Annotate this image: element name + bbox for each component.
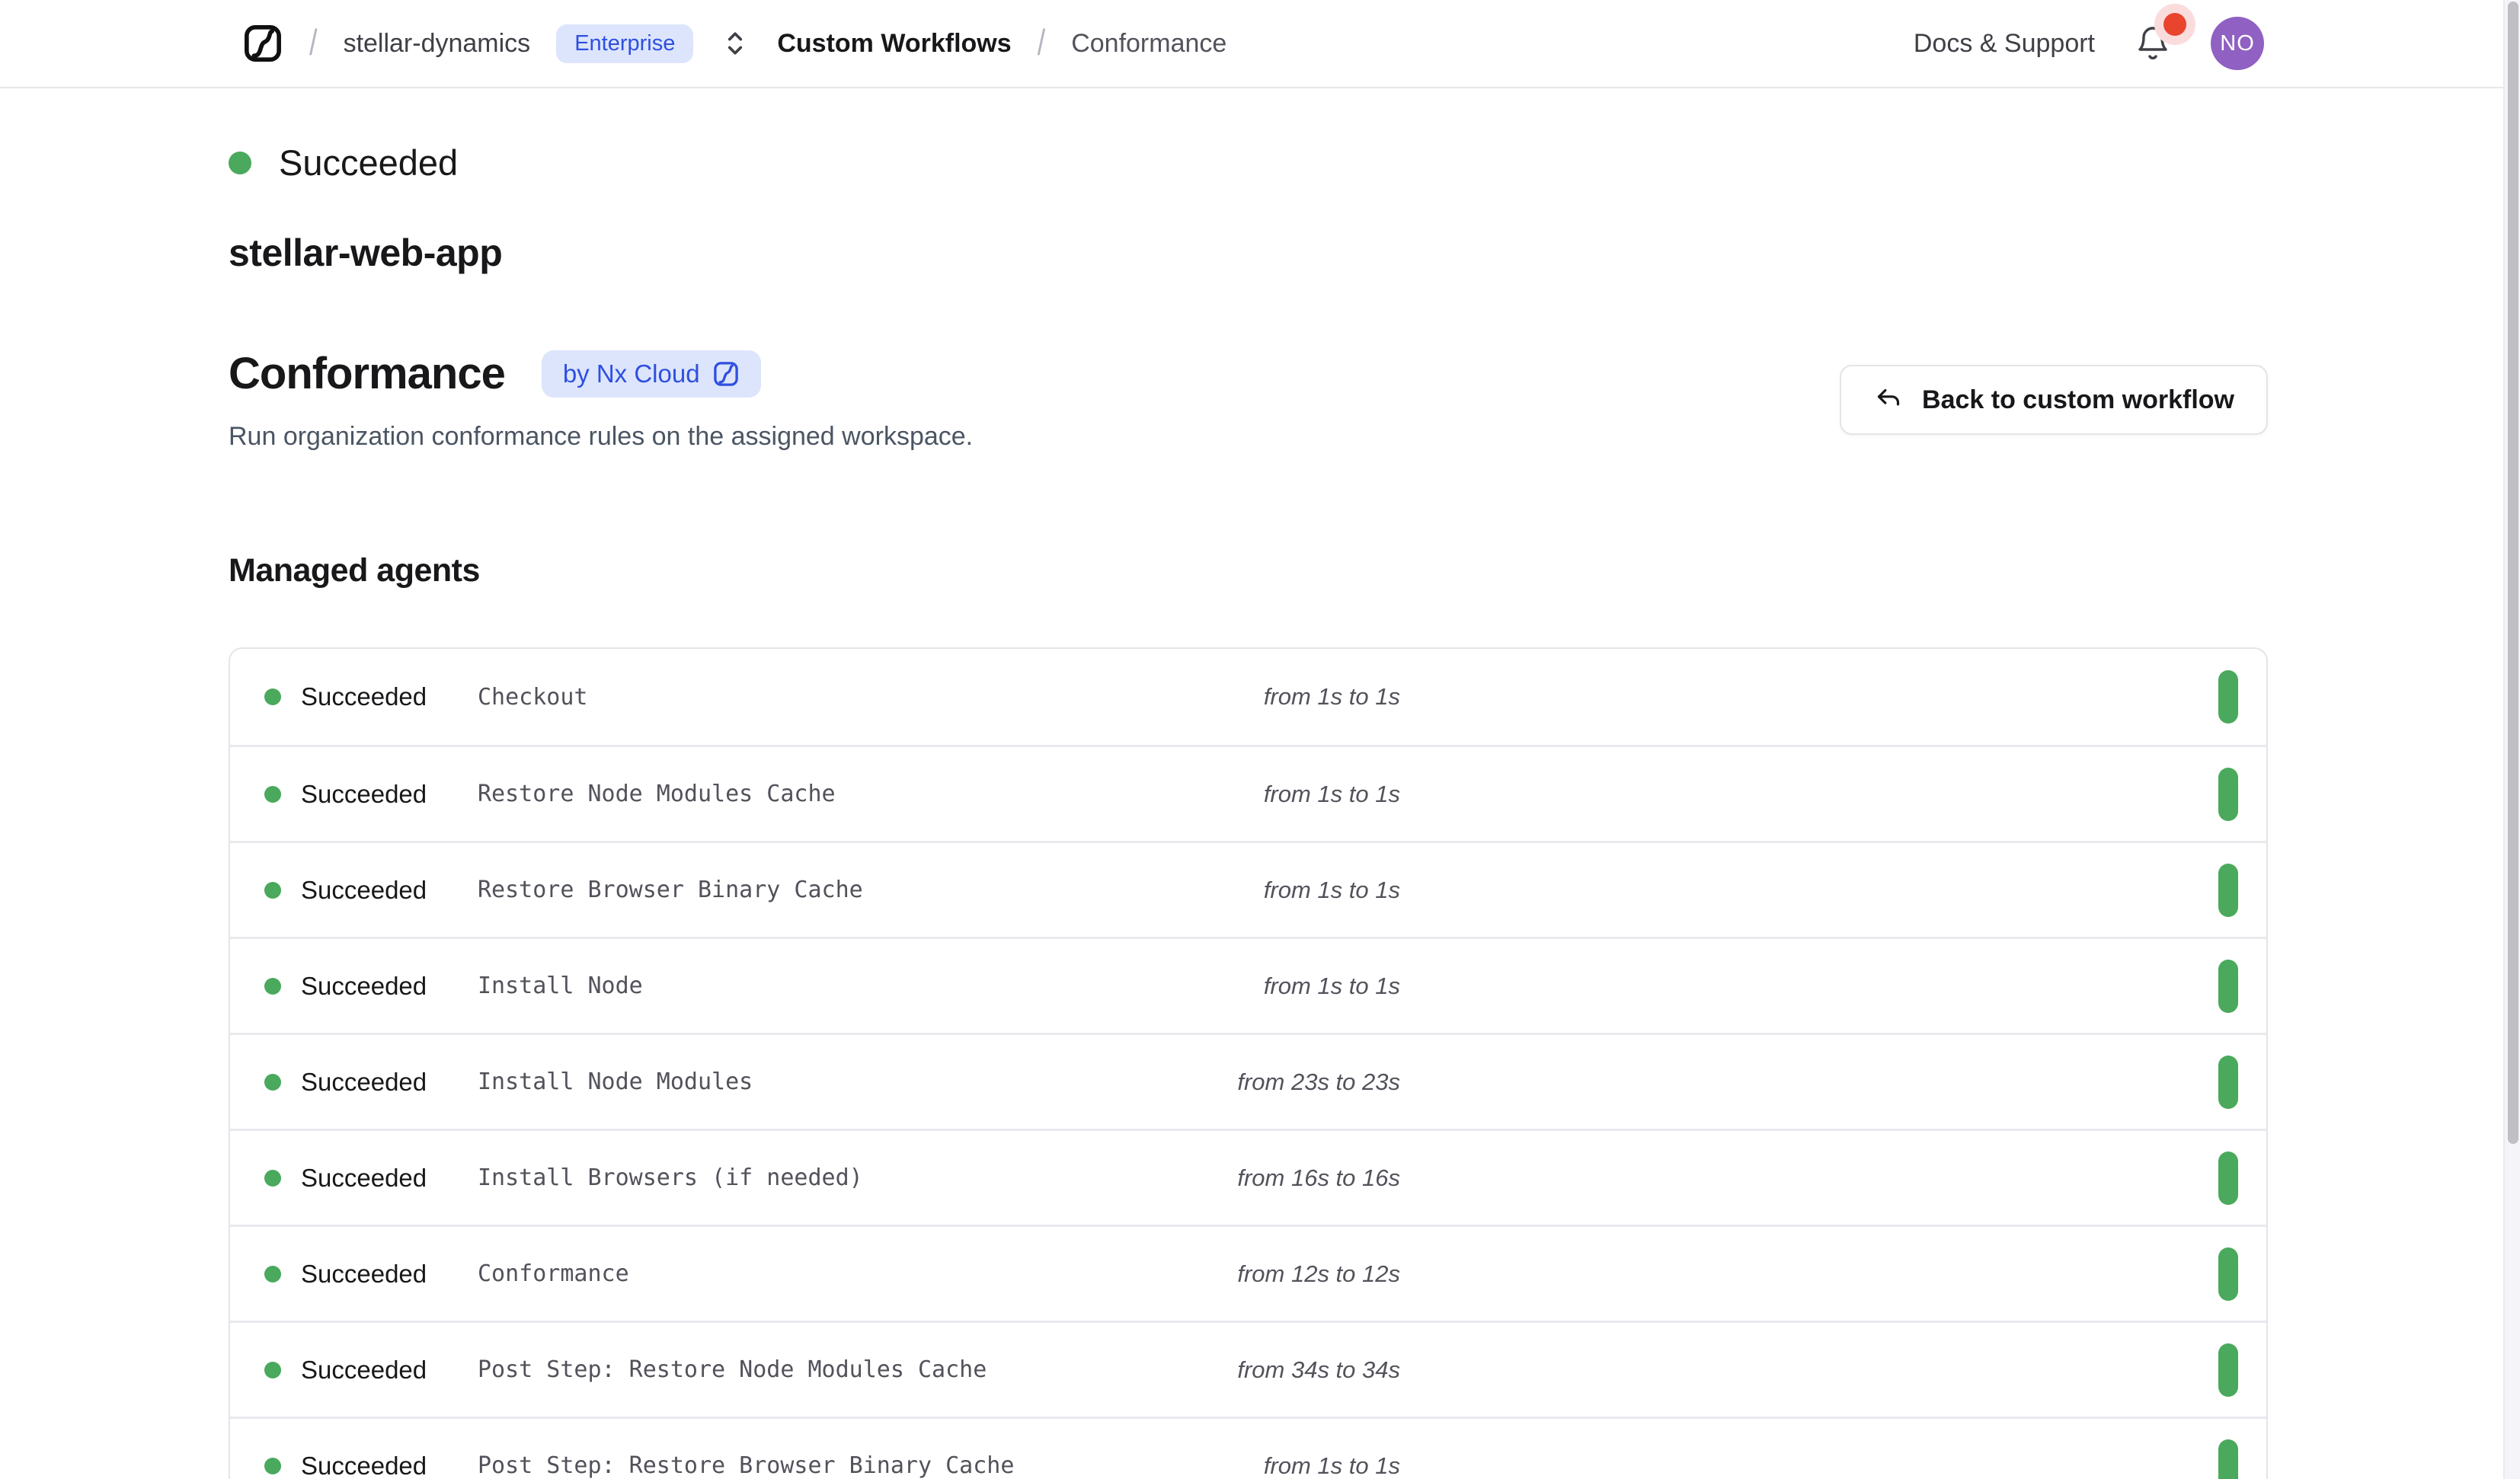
main-content: Succeeded stellar-web-app Conformance by… [229,88,2268,1479]
step-status-label: Succeeded [301,1452,427,1479]
step-name: Post Step: Restore Browser Binary Cache [478,1452,1167,1479]
return-arrow-icon [1873,385,1904,415]
agent-step-row[interactable]: Succeeded Post Step: Restore Browser Bin… [230,1417,2266,1479]
step-duration-bar [2218,1439,2238,1479]
step-timing: from 16s to 16s [1167,1164,1400,1192]
nav-actions: Docs & Support NO [1914,17,2485,70]
status-dot [264,882,281,899]
step-duration-bar [2218,768,2238,821]
workflow-header-left: Conformance by Nx Cloud Run organization… [229,348,973,452]
step-name: Install Node Modules [478,1069,1167,1095]
scrollbar-track[interactable] [2503,0,2520,1479]
by-nx-cloud-label: by Nx Cloud [563,359,700,388]
status-dot [264,978,281,995]
step-status: Succeeded [264,1260,478,1289]
status-dot [264,1074,281,1091]
nx-cloud-logo-icon[interactable] [242,23,283,64]
status-dot [229,152,251,174]
agent-step-row[interactable]: Succeeded Restore Browser Binary Cache f… [230,841,2266,937]
step-timing: from 1s to 1s [1167,683,1400,711]
workflow-description: Run organization conformance rules on th… [229,422,973,452]
run-status: Succeeded [229,142,2268,184]
step-status: Succeeded [264,1068,478,1097]
step-status-label: Succeeded [301,1356,427,1385]
back-to-custom-workflow-button[interactable]: Back to custom workflow [1840,365,2268,435]
step-name: Install Browsers (if needed) [478,1164,1167,1191]
chevron-up-down-icon[interactable] [724,28,747,59]
step-status: Succeeded [264,1452,478,1479]
step-duration-bar [2218,1152,2238,1205]
step-duration-bar [2218,670,2238,724]
step-name: Checkout [478,684,1167,711]
step-timing: from 23s to 23s [1167,1069,1400,1096]
status-dot [264,1266,281,1283]
step-name: Install Node [478,973,1167,999]
step-timing: from 12s to 12s [1167,1260,1400,1288]
step-status-label: Succeeded [301,1068,427,1097]
step-status-label: Succeeded [301,1164,427,1193]
nx-cloud-logo-icon [712,360,740,388]
step-timing: from 34s to 34s [1167,1356,1400,1384]
step-duration-bar [2218,864,2238,917]
step-duration-bar [2218,960,2238,1013]
agent-step-row[interactable]: Succeeded Install Node Modules from 23s … [230,1033,2266,1129]
notifications-bell-icon[interactable] [2135,24,2171,63]
workspace-title: stellar-web-app [229,231,2268,275]
status-dot [264,786,281,803]
scrollbar-thumb[interactable] [2508,2,2518,1144]
breadcrumb: / stellar-dynamics Enterprise Custom Wor… [242,23,1226,64]
page-title: Conformance [229,348,505,399]
step-timing: from 1s to 1s [1167,781,1400,808]
step-name: Restore Browser Binary Cache [478,877,1167,903]
status-label: Succeeded [279,142,458,184]
step-status: Succeeded [264,1164,478,1193]
breadcrumb-org[interactable]: stellar-dynamics [344,29,531,59]
back-button-label: Back to custom workflow [1922,385,2234,415]
step-timing: from 1s to 1s [1167,1452,1400,1479]
step-name: Conformance [478,1260,1167,1287]
breadcrumb-separator: / [1038,23,1046,64]
step-name: Post Step: Restore Node Modules Cache [478,1356,1167,1383]
step-status-label: Succeeded [301,780,427,809]
agent-step-row[interactable]: Succeeded Checkout from 1s to 1s [230,649,2266,745]
step-duration-bar [2218,1056,2238,1109]
step-status: Succeeded [264,972,478,1001]
status-dot [264,688,281,705]
status-dot [264,1170,281,1187]
step-status: Succeeded [264,1356,478,1385]
step-status-label: Succeeded [301,972,427,1001]
avatar[interactable]: NO [2211,17,2264,70]
step-status: Succeeded [264,876,478,905]
step-status: Succeeded [264,780,478,809]
agent-step-row[interactable]: Succeeded Install Browsers (if needed) f… [230,1129,2266,1225]
step-status-label: Succeeded [301,682,427,711]
status-dot [264,1362,281,1378]
agent-step-row[interactable]: Succeeded Restore Node Modules Cache fro… [230,745,2266,841]
managed-agents-heading: Managed agents [229,552,2268,589]
managed-agents-list: Succeeded Checkout from 1s to 1s Succeed… [229,647,2268,1479]
step-duration-bar [2218,1343,2238,1397]
step-duration-bar [2218,1247,2238,1301]
step-timing: from 1s to 1s [1167,973,1400,1000]
docs-support-link[interactable]: Docs & Support [1914,29,2095,59]
enterprise-badge[interactable]: Enterprise [556,24,693,63]
agent-step-row[interactable]: Succeeded Post Step: Restore Node Module… [230,1321,2266,1417]
step-status-label: Succeeded [301,876,427,905]
breadcrumb-custom-workflows[interactable]: Custom Workflows [777,29,1011,59]
step-status-label: Succeeded [301,1260,427,1289]
notification-badge [2163,13,2186,36]
top-nav: / stellar-dynamics Enterprise Custom Wor… [0,0,2520,88]
breadcrumb-separator: / [309,23,318,64]
step-timing: from 1s to 1s [1167,877,1400,904]
breadcrumb-page: Conformance [1071,29,1226,59]
status-dot [264,1458,281,1474]
step-name: Restore Node Modules Cache [478,781,1167,807]
workflow-header: Conformance by Nx Cloud Run organization… [229,348,2268,452]
agent-step-row[interactable]: Succeeded Conformance from 12s to 12s [230,1225,2266,1321]
by-nx-cloud-badge[interactable]: by Nx Cloud [542,350,761,398]
step-status: Succeeded [264,682,478,711]
agent-step-row[interactable]: Succeeded Install Node from 1s to 1s [230,937,2266,1033]
